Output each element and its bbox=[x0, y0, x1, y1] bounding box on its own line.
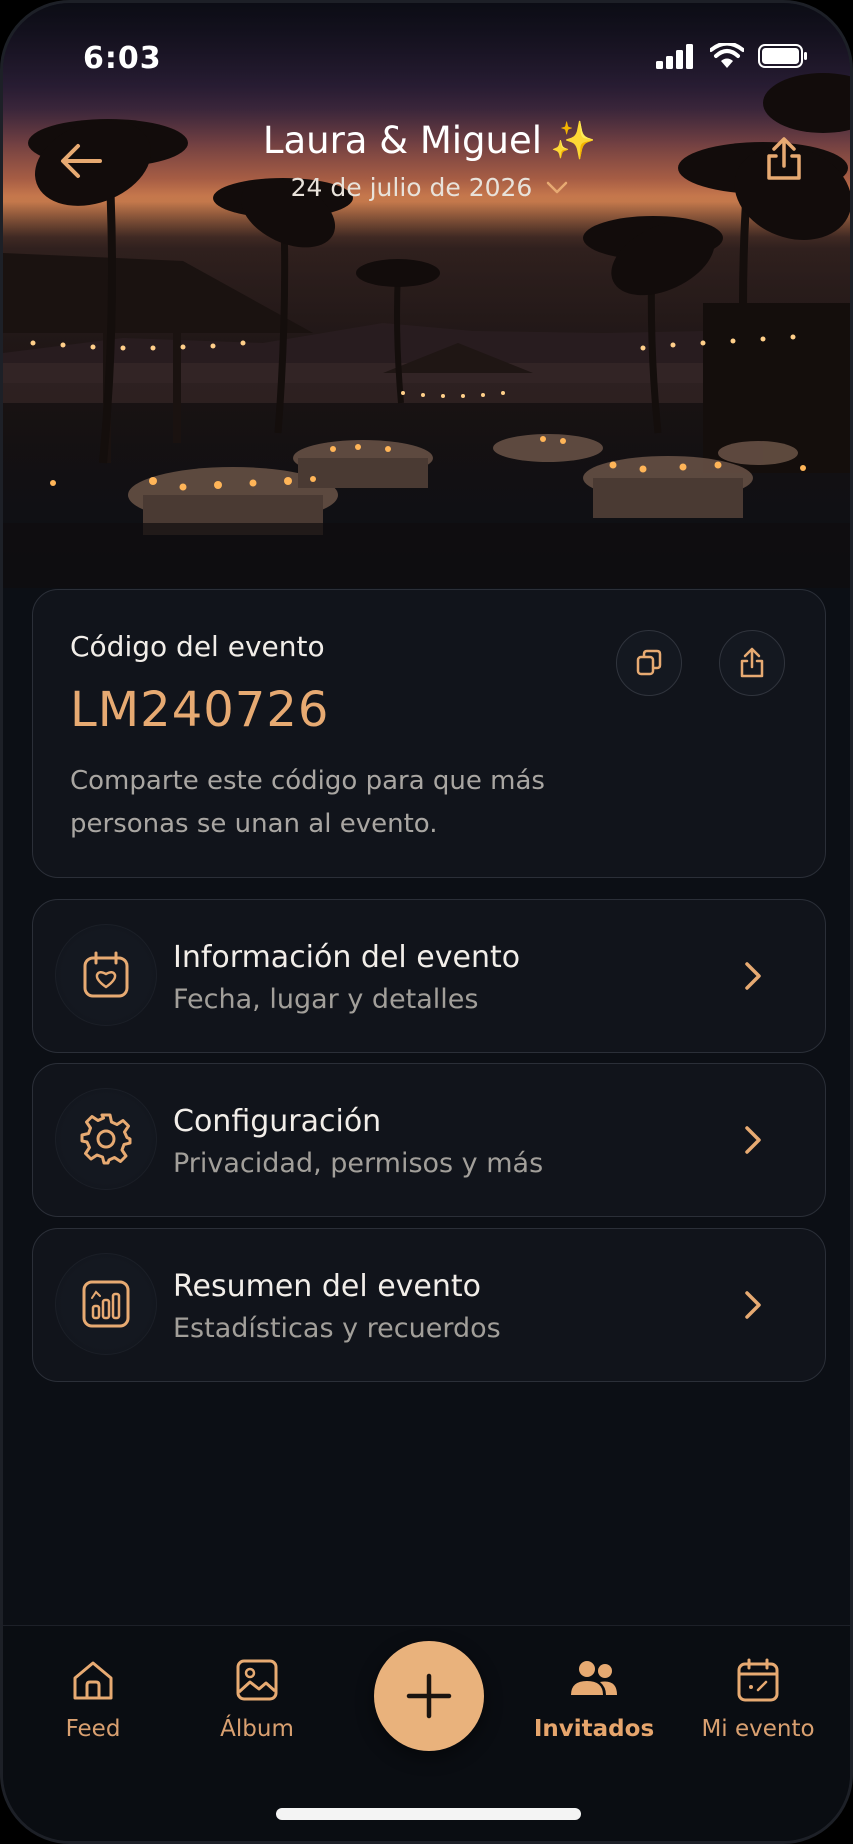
chevron-down-icon bbox=[547, 181, 568, 193]
users-icon bbox=[571, 1661, 617, 1695]
menu-item-subtitle: Fecha, lugar y detalles bbox=[173, 984, 479, 1015]
menu-icon-container bbox=[55, 1253, 157, 1355]
copy-icon bbox=[636, 649, 662, 676]
event-code-card: Código del evento LM240726 Comparte este… bbox=[32, 589, 826, 878]
battery-icon bbox=[758, 44, 807, 68]
chevron-right-icon bbox=[731, 1283, 775, 1327]
phone-screen: 6:03 Laura & Miguel ✨ 24 de julio de 202… bbox=[0, 0, 853, 1844]
tab-label: Invitados bbox=[533, 1716, 655, 1742]
tab-album[interactable]: Álbum bbox=[182, 1654, 332, 1742]
arrow-left-icon bbox=[61, 144, 102, 178]
status-icons bbox=[656, 43, 808, 69]
image-icon bbox=[236, 1659, 278, 1701]
tab-label: Álbum bbox=[220, 1716, 294, 1742]
event-date: 24 de julio de 2026 bbox=[290, 173, 533, 202]
tab-feed[interactable]: Feed bbox=[18, 1654, 168, 1742]
plus-icon bbox=[406, 1673, 452, 1719]
chevron-right-icon bbox=[731, 1118, 775, 1162]
calendar-icon bbox=[737, 1658, 779, 1702]
event-code-description: Comparte este código para que más person… bbox=[70, 766, 545, 839]
menu-item-title: Información del evento bbox=[173, 940, 521, 975]
share-icon bbox=[740, 647, 764, 678]
calendar-heart-icon bbox=[83, 951, 129, 998]
event-header: Laura & Miguel ✨ 24 de julio de 2026 bbox=[153, 119, 706, 202]
event-code-label: Código del evento bbox=[70, 630, 325, 663]
event-title-text: Laura & Miguel bbox=[262, 119, 543, 162]
menu-icon-container bbox=[55, 1088, 157, 1190]
event-code-value[interactable]: LM240726 bbox=[70, 682, 329, 738]
menu-icon-container bbox=[55, 924, 157, 1026]
date-selector[interactable]: 24 de julio de 2026 bbox=[153, 173, 706, 202]
status-time: 6:03 bbox=[83, 41, 162, 76]
signal-icon bbox=[656, 44, 693, 69]
home-indicator[interactable] bbox=[276, 1808, 581, 1820]
wifi-icon bbox=[710, 43, 744, 68]
bar-chart-icon bbox=[82, 1280, 130, 1328]
tab-label: Feed bbox=[65, 1716, 121, 1742]
back-button[interactable] bbox=[51, 131, 111, 191]
tab-mi-evento[interactable]: Mi evento bbox=[683, 1654, 833, 1742]
gear-icon bbox=[80, 1113, 132, 1165]
tab-bar: Feed Álbum Invitados Mi evento bbox=[3, 1625, 850, 1841]
hero-image: 6:03 Laura & Miguel ✨ 24 de julio de 202… bbox=[3, 3, 850, 588]
home-icon bbox=[73, 1661, 113, 1700]
status-bar: 6:03 bbox=[3, 3, 850, 113]
tab-invitados[interactable]: Invitados bbox=[519, 1654, 669, 1742]
menu-item-event-info[interactable]: Información del evento Fecha, lugar y de… bbox=[32, 899, 826, 1053]
copy-code-button[interactable] bbox=[616, 630, 682, 696]
menu-item-title: Resumen del evento bbox=[173, 1269, 481, 1304]
chevron-right-icon bbox=[731, 954, 775, 998]
event-title: Laura & Miguel ✨ bbox=[153, 119, 706, 163]
menu-item-subtitle: Estadísticas y recuerdos bbox=[173, 1313, 501, 1344]
menu-item-title: Configuración bbox=[173, 1104, 382, 1139]
tab-label: Mi evento bbox=[701, 1716, 815, 1742]
menu-item-settings[interactable]: Configuración Privacidad, permisos y más bbox=[32, 1063, 826, 1217]
add-button[interactable] bbox=[374, 1641, 484, 1751]
share-button[interactable] bbox=[752, 127, 816, 191]
menu-item-subtitle: Privacidad, permisos y más bbox=[173, 1148, 544, 1179]
share-icon bbox=[767, 137, 801, 180]
sparkle-icon: ✨ bbox=[550, 119, 597, 162]
menu-item-event-summary[interactable]: Resumen del evento Estadísticas y recuer… bbox=[32, 1228, 826, 1382]
share-code-button[interactable] bbox=[719, 630, 785, 696]
